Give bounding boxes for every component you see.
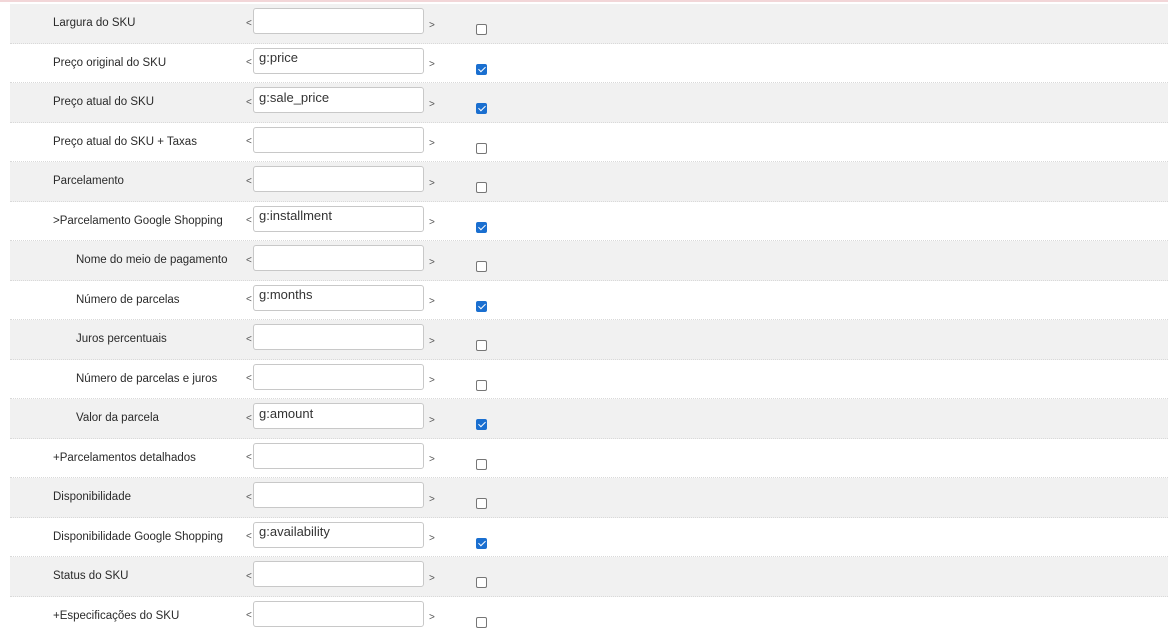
enable-checkbox[interactable]: [476, 616, 487, 628]
field-label: +Especificações do SKU: [53, 609, 180, 622]
field-label: Número de parcelas e juros: [76, 372, 218, 385]
mapping-input[interactable]: [253, 8, 424, 34]
close-bracket: >: [429, 296, 435, 308]
mapping-row: Número de parcelas e juros < >: [10, 360, 1168, 399]
close-bracket: >: [429, 335, 435, 347]
open-bracket: <: [246, 294, 252, 306]
field-label: Nome do meio de pagamento: [76, 254, 228, 267]
open-bracket: <: [246, 215, 252, 227]
mapping-input[interactable]: [253, 126, 424, 153]
open-bracket: <: [246, 373, 252, 385]
field-label: Número de parcelas: [76, 293, 180, 306]
sku-field-mapping-panel: Largura do SKU<>Preço original do SKU<>P…: [0, 0, 1168, 633]
open-bracket: <: [246, 254, 252, 266]
enable-checkbox[interactable]: [476, 142, 487, 154]
mapping-input[interactable]: [253, 245, 424, 271]
field-label: Preço original do SKU: [53, 56, 167, 69]
enable-checkbox[interactable]: [476, 458, 487, 470]
enable-checkbox[interactable]: [476, 300, 487, 312]
mapping-input[interactable]: [253, 442, 424, 469]
mapping-input[interactable]: [253, 284, 424, 311]
field-label: >Parcelamento Google Shopping: [53, 214, 223, 227]
open-bracket: <: [246, 96, 252, 108]
mapping-input[interactable]: [253, 600, 424, 627]
field-label: Status do SKU: [53, 570, 129, 583]
open-bracket: <: [246, 610, 252, 622]
mapping-row: Preço atual do SKU < >: [10, 83, 1168, 123]
enable-checkbox[interactable]: [476, 63, 487, 75]
enable-checkbox[interactable]: [476, 340, 487, 351]
field-label: Largura do SKU: [53, 17, 136, 30]
enable-checkbox[interactable]: [476, 221, 487, 233]
mapping-input[interactable]: [253, 363, 424, 390]
field-label: Juros percentuais: [76, 333, 167, 346]
field-label: Parcelamento: [53, 175, 124, 188]
enable-checkbox[interactable]: [476, 537, 487, 549]
mapping-row: Parcelamento < >: [10, 162, 1168, 202]
open-bracket: <: [246, 452, 252, 464]
close-bracket: >: [429, 612, 435, 624]
mapping-input[interactable]: [253, 205, 424, 232]
mapping-input[interactable]: [253, 324, 424, 350]
close-bracket: >: [429, 375, 435, 387]
close-bracket: >: [429, 414, 435, 426]
open-bracket: <: [246, 531, 252, 543]
mapping-row: Valor da parcela < >: [10, 399, 1168, 439]
field-label: Preço atual do SKU + Taxas: [53, 135, 197, 148]
mapping-row: Disponibilidade < >: [10, 478, 1168, 518]
mapping-input[interactable]: [253, 482, 424, 508]
open-bracket: <: [246, 570, 252, 582]
mapping-row: Largura do SKU < >: [10, 4, 1168, 44]
enable-checkbox[interactable]: [476, 498, 487, 509]
open-bracket: <: [246, 412, 252, 424]
mapping-row: Juros percentuais < >: [10, 320, 1168, 360]
mapping-row: +Especificações do SKU < >: [10, 597, 1168, 633]
mapping-input[interactable]: [253, 561, 424, 587]
field-label: +Parcelamentos detalhados: [53, 451, 196, 464]
enable-checkbox[interactable]: [476, 261, 487, 272]
enable-checkbox[interactable]: [476, 379, 487, 391]
close-bracket: >: [429, 454, 435, 466]
mapping-input[interactable]: [253, 47, 424, 74]
mapping-row: Disponibilidade Google Shopping < >: [10, 518, 1168, 557]
close-bracket: >: [429, 98, 435, 110]
field-label: Disponibilidade: [53, 491, 131, 504]
mapping-input[interactable]: [253, 166, 424, 192]
enable-checkbox[interactable]: [476, 577, 487, 588]
close-bracket: >: [429, 256, 435, 268]
enable-checkbox[interactable]: [476, 103, 487, 114]
mapping-row: Preço atual do SKU + Taxas < >: [10, 123, 1168, 162]
mapping-input[interactable]: [253, 521, 424, 548]
enable-checkbox[interactable]: [476, 182, 487, 193]
close-bracket: >: [429, 177, 435, 189]
mapping-input[interactable]: [253, 87, 424, 113]
open-bracket: <: [246, 175, 252, 187]
mapping-row: Preço original do SKU < >: [10, 44, 1168, 83]
close-bracket: >: [429, 493, 435, 505]
enable-checkbox[interactable]: [476, 24, 487, 35]
mapping-row: >Parcelamento Google Shopping < >: [10, 202, 1168, 241]
enable-checkbox[interactable]: [476, 419, 487, 430]
mapping-row: Número de parcelas < >: [10, 281, 1168, 320]
close-bracket: >: [429, 59, 435, 71]
mapping-rows: Largura do SKU<>Preço original do SKU<>P…: [10, 4, 1168, 633]
open-bracket: <: [246, 491, 252, 503]
close-bracket: >: [429, 533, 435, 545]
field-label: Disponibilidade Google Shopping: [53, 530, 224, 543]
mapping-row: Nome do meio de pagamento < >: [10, 241, 1168, 281]
mapping-input[interactable]: [253, 403, 424, 429]
close-bracket: >: [429, 19, 435, 31]
close-bracket: >: [429, 217, 435, 229]
open-bracket: <: [246, 17, 252, 29]
open-bracket: <: [246, 57, 252, 69]
open-bracket: <: [246, 136, 252, 148]
top-divider: [0, 0, 1168, 2]
mapping-row: Status do SKU < >: [10, 557, 1168, 597]
close-bracket: >: [429, 138, 435, 150]
field-label: Preço atual do SKU: [53, 96, 155, 109]
field-label: Valor da parcela: [76, 412, 159, 425]
open-bracket: <: [246, 333, 252, 345]
close-bracket: >: [429, 572, 435, 584]
mapping-row: +Parcelamentos detalhados < >: [10, 439, 1168, 478]
